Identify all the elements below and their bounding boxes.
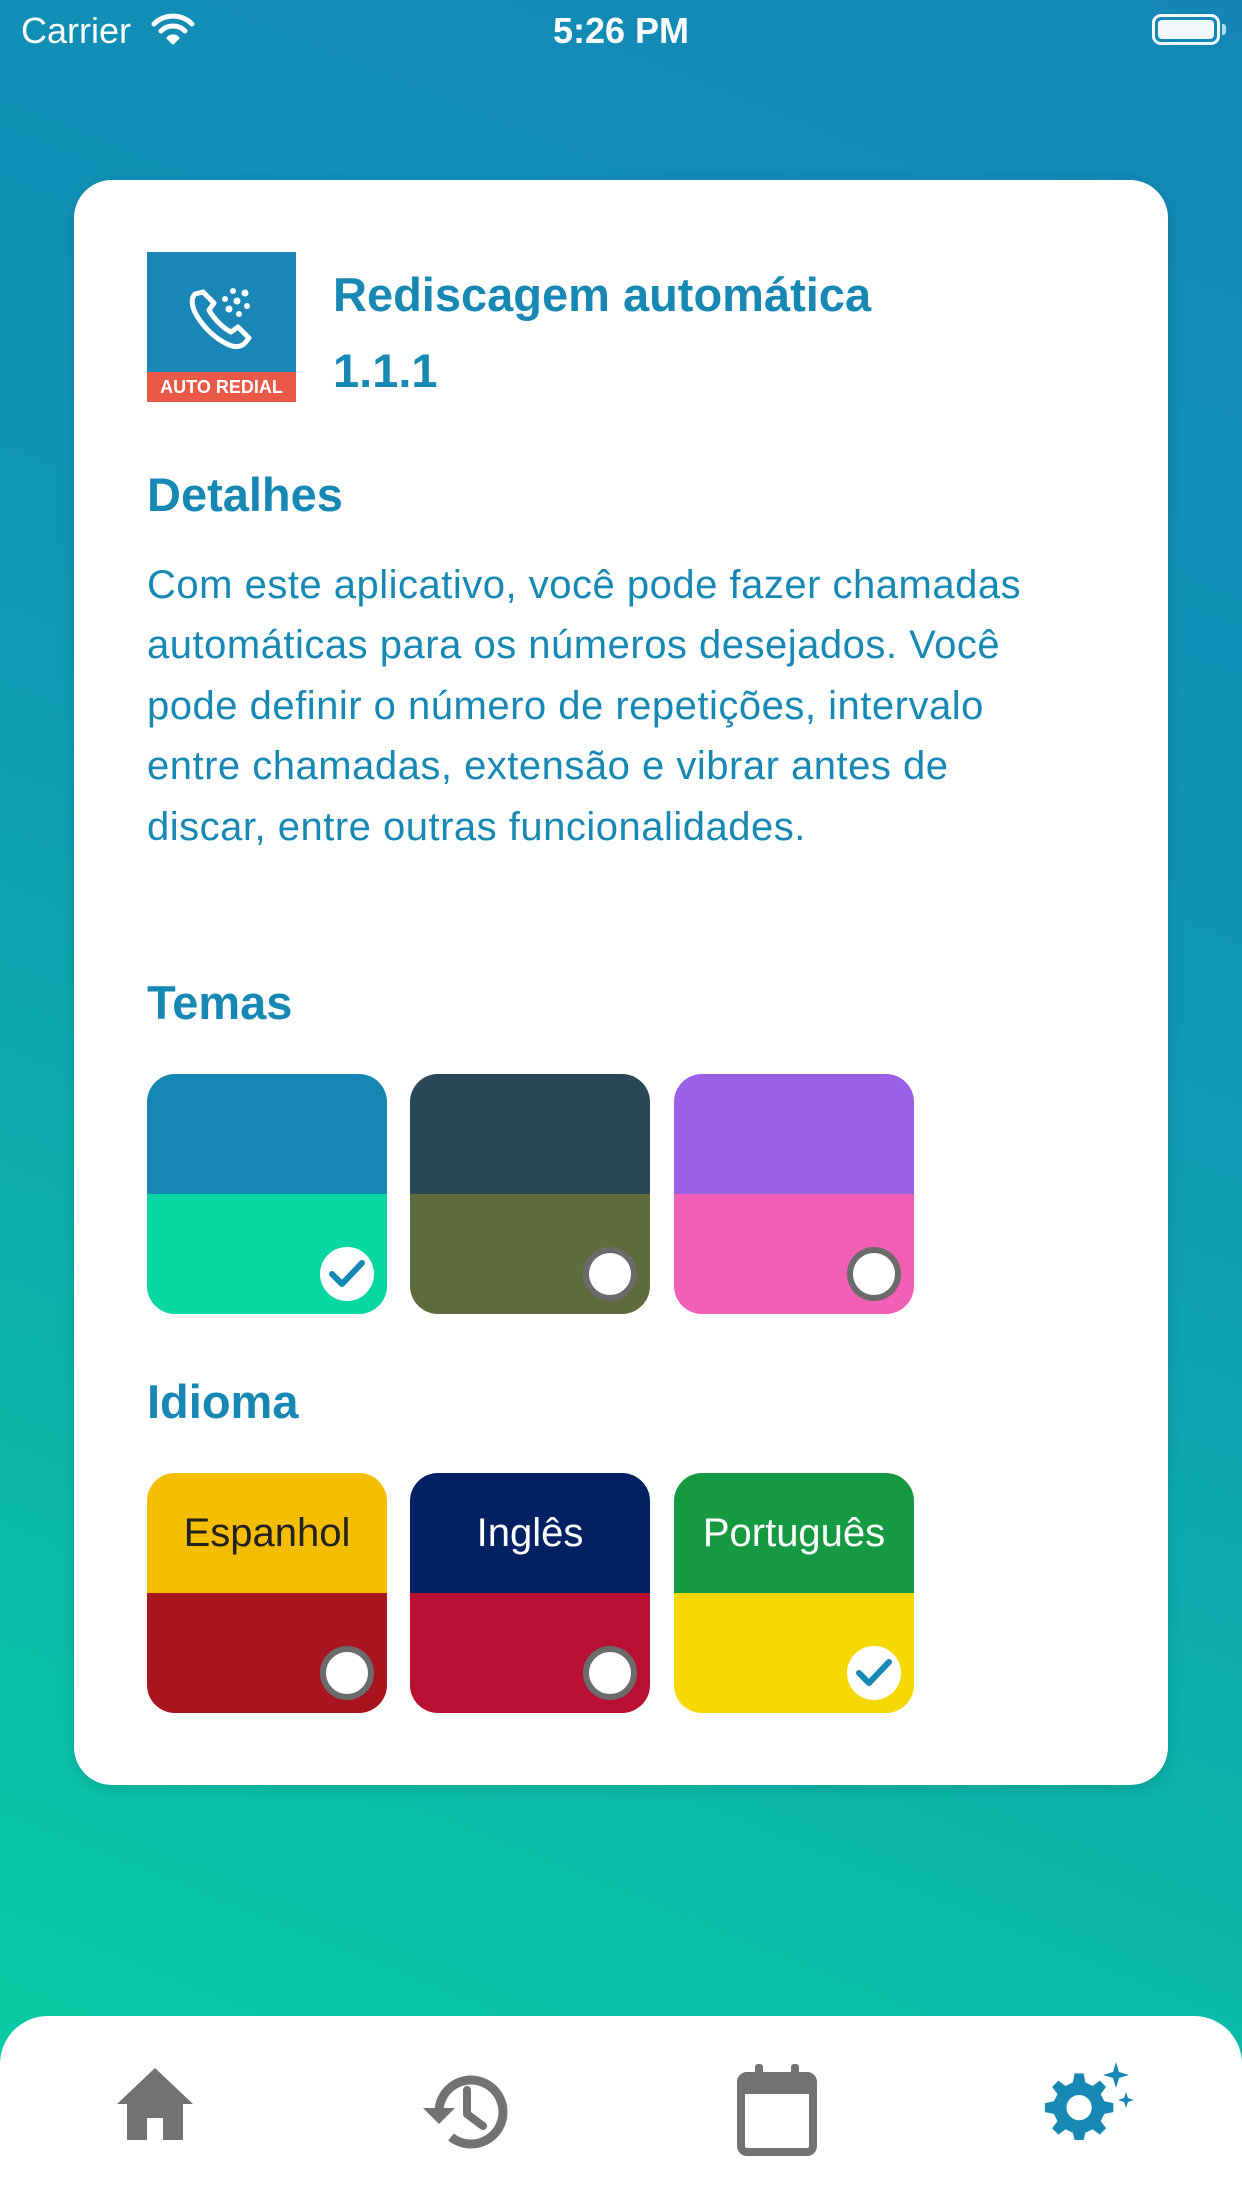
tab-home[interactable] xyxy=(105,2060,205,2160)
home-icon xyxy=(117,2068,193,2140)
theme-option-2[interactable] xyxy=(410,1074,650,1314)
unselected-radio-icon xyxy=(847,1247,901,1301)
app-icon-label: AUTO REDIAL xyxy=(147,372,296,402)
theme-top-swatch xyxy=(674,1074,914,1194)
language-label: Espanhol xyxy=(183,1511,351,1555)
status-time: 5:26 PM xyxy=(552,10,690,51)
details-text: Com este aplicativo, você pode fazer cha… xyxy=(147,563,1022,849)
calendar-icon xyxy=(737,2064,817,2156)
language-option-portuguese[interactable]: Português xyxy=(674,1473,914,1713)
language-label: Português xyxy=(702,1511,886,1555)
app-name: Rediscagem automática xyxy=(333,268,872,321)
language-option-english[interactable]: Inglês xyxy=(410,1473,650,1713)
app-title: Rediscagem automática 1.1.1 xyxy=(333,257,1113,409)
status-bar: Carrier 5:26 PM xyxy=(0,0,1242,62)
themes-heading: Temas xyxy=(147,976,293,1029)
language-heading: Idioma xyxy=(147,1375,299,1428)
theme-top-swatch xyxy=(147,1074,387,1194)
tab-history[interactable] xyxy=(415,2060,515,2160)
app-icon: AUTO REDIAL xyxy=(147,252,296,402)
unselected-radio-icon xyxy=(583,1646,637,1700)
unselected-radio-icon xyxy=(320,1646,374,1700)
language-option-spanish[interactable]: Espanhol xyxy=(147,1473,387,1713)
theme-option-1[interactable] xyxy=(147,1074,387,1314)
selected-check-icon xyxy=(847,1646,901,1700)
tab-settings[interactable] xyxy=(1038,2060,1138,2160)
tab-calendar[interactable] xyxy=(727,2060,827,2160)
settings-sparkle-icon xyxy=(1044,2062,1134,2140)
app-version: 1.1.1 xyxy=(333,344,438,397)
unselected-radio-icon xyxy=(583,1247,637,1301)
selected-check-icon xyxy=(320,1247,374,1301)
phone-icon xyxy=(189,288,252,349)
details-heading: Detalhes xyxy=(147,468,343,521)
history-icon xyxy=(423,2075,508,2149)
theme-top-swatch xyxy=(410,1074,650,1194)
theme-option-3[interactable] xyxy=(674,1074,914,1314)
battery-tip xyxy=(1222,24,1226,35)
battery-icon xyxy=(1152,14,1220,45)
language-label: Inglês xyxy=(476,1511,584,1555)
